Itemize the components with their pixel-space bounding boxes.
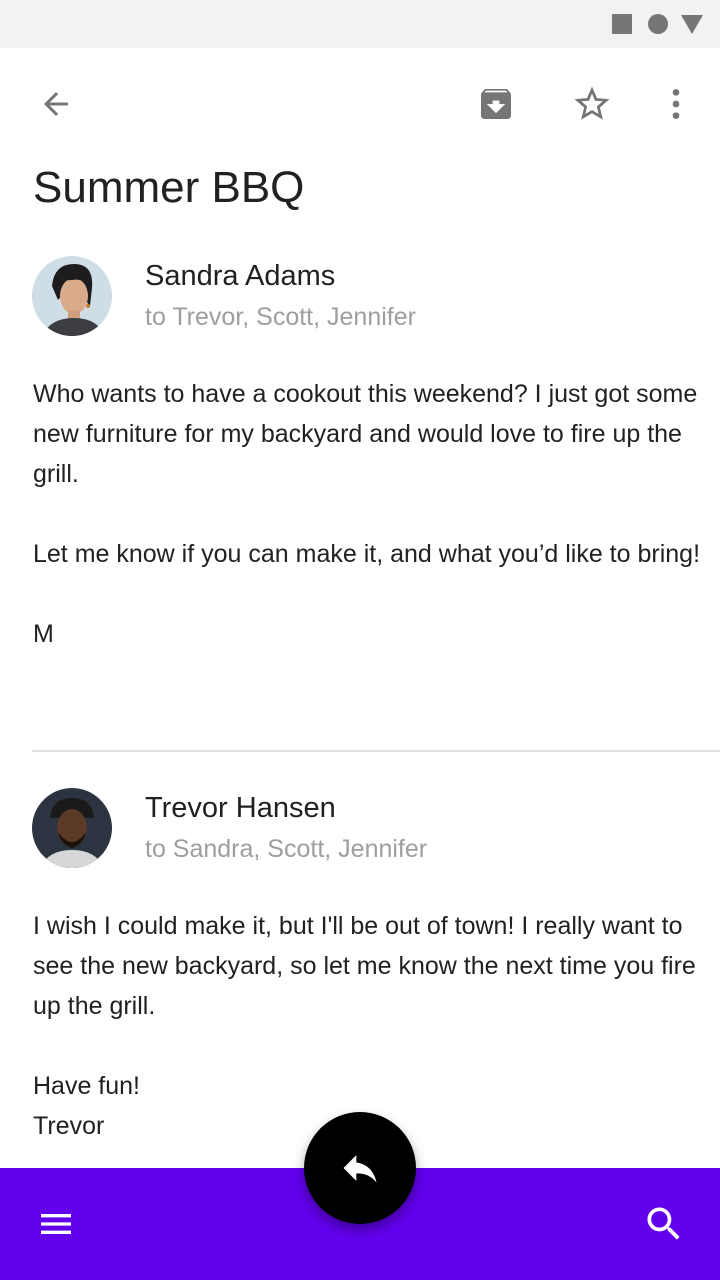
more-vert-icon	[672, 89, 680, 119]
more-options-button[interactable]	[648, 76, 704, 132]
search-icon	[647, 1207, 680, 1240]
recipients-line: to Sandra, Scott, Jennifer	[145, 835, 428, 863]
email-subject: Summer BBQ	[33, 163, 305, 212]
reply-fab[interactable]	[304, 1112, 416, 1224]
avatar[interactable]	[32, 256, 112, 336]
message-body: Who wants to have a cookout this weekend…	[33, 374, 703, 654]
trevor-avatar-image	[32, 788, 112, 868]
stop-square-icon	[612, 14, 632, 34]
recipients-line: to Trevor, Scott, Jennifer	[145, 303, 416, 331]
menu-button[interactable]	[28, 1196, 84, 1252]
top-app-bar	[0, 48, 720, 160]
search-button[interactable]	[636, 1196, 692, 1252]
back-button[interactable]	[28, 76, 84, 132]
body-paragraph: Let me know if you can make it, and what…	[33, 540, 701, 568]
star-outline-icon	[574, 86, 610, 120]
avatar[interactable]	[32, 788, 112, 868]
sender-name: Trevor Hansen	[145, 792, 336, 824]
archive-icon	[481, 89, 511, 119]
body-paragraph: M	[33, 620, 54, 648]
body-paragraph: I wish I could make it, but I'll be out …	[33, 912, 696, 1020]
circle-icon	[648, 14, 668, 34]
sender-name: Sandra Adams	[145, 260, 336, 292]
sandra-avatar-image	[32, 256, 112, 336]
message-body: I wish I could make it, but I'll be out …	[33, 906, 703, 1146]
reply-icon	[343, 1155, 377, 1183]
archive-button[interactable]	[468, 76, 524, 132]
message-divider	[32, 750, 720, 752]
star-button[interactable]	[564, 76, 620, 132]
body-paragraph: Who wants to have a cookout this weekend…	[33, 380, 698, 488]
menu-icon	[41, 1214, 71, 1234]
triangle-icon	[681, 15, 703, 34]
arrow-back-icon	[44, 92, 68, 116]
status-bar	[0, 0, 720, 48]
